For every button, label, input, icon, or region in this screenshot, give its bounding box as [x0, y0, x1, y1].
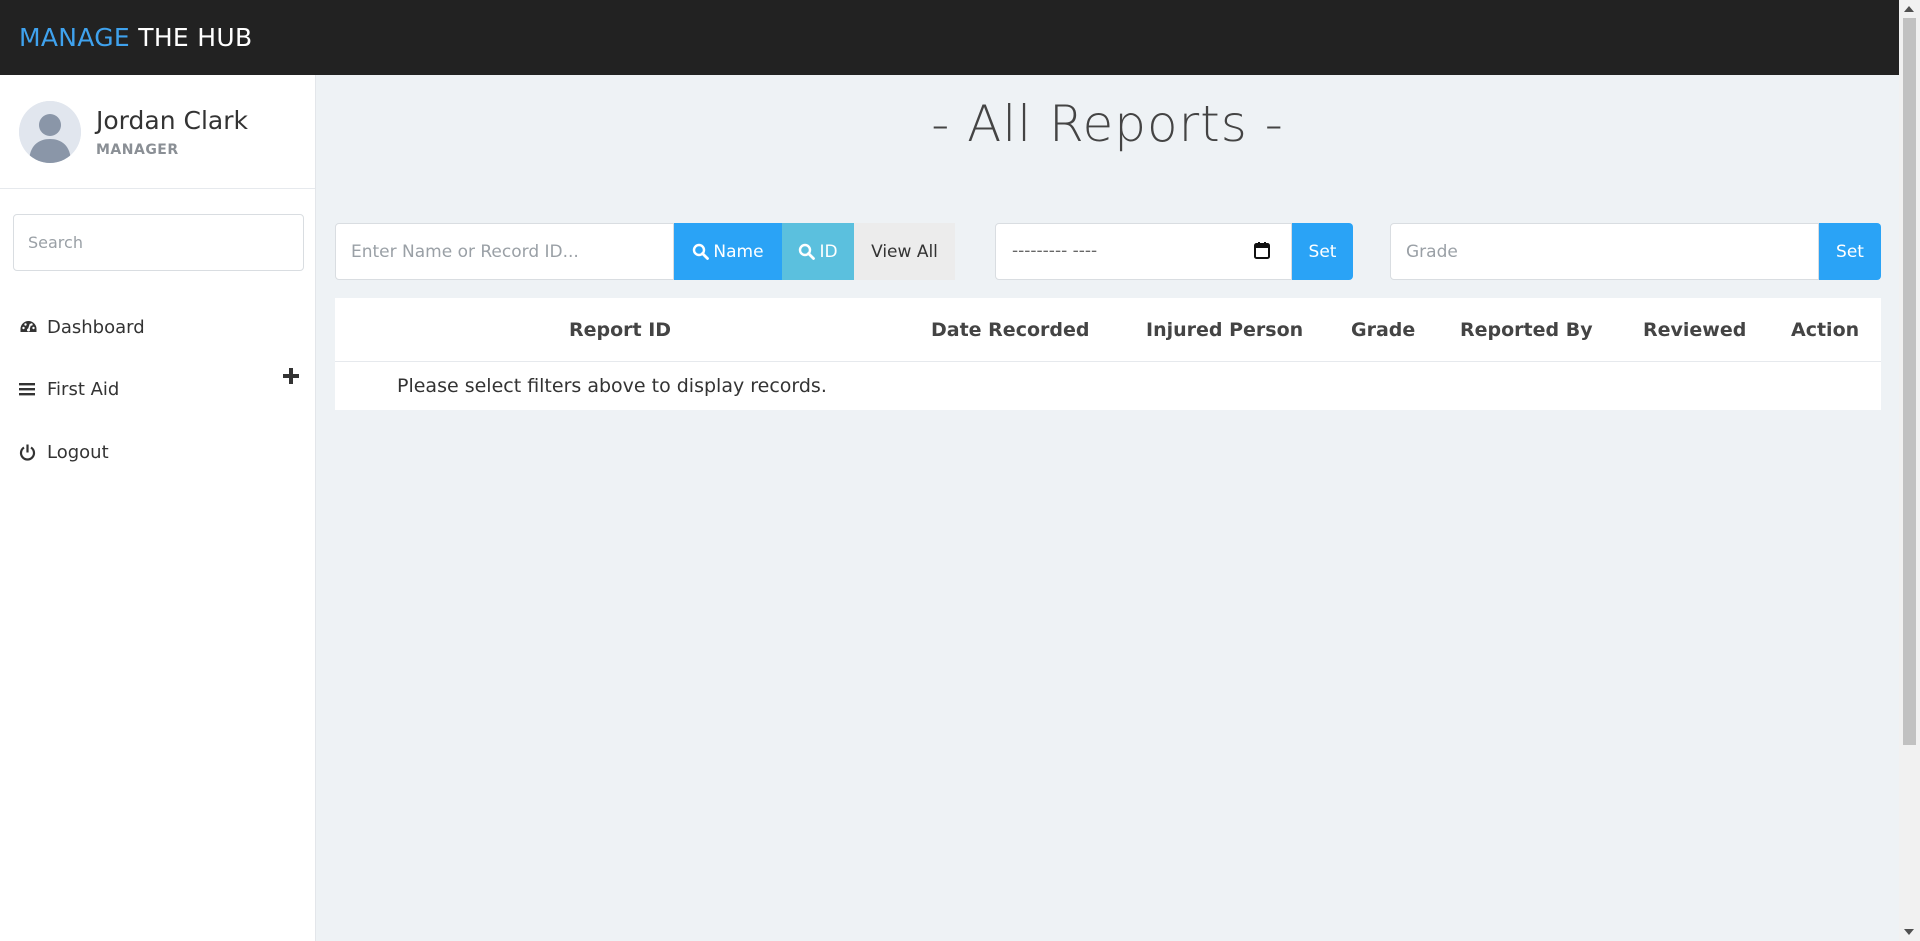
button-label: View All [871, 241, 938, 262]
search-by-id-button[interactable]: ID [782, 223, 854, 280]
column-header-grade[interactable]: Grade [1351, 298, 1415, 361]
column-header-report-id[interactable]: Report ID [569, 298, 671, 361]
bars-icon [19, 380, 41, 398]
search-by-name-button[interactable]: Name [674, 223, 782, 280]
sidebar-item-label: Dashboard [47, 316, 145, 338]
column-header-date-recorded[interactable]: Date Recorded [931, 298, 1089, 361]
column-header-reviewed[interactable]: Reviewed [1643, 298, 1746, 361]
brand-part-2: THE HUB [138, 23, 253, 52]
button-label: Set [1308, 241, 1337, 262]
brand-part-1: MANAGE [19, 23, 131, 52]
page-title: - All Reports - [931, 95, 1284, 153]
main-content: - All Reports - Name ID View All -------… [316, 75, 1899, 941]
set-date-button[interactable]: Set [1292, 223, 1353, 280]
sidebar-item-dashboard[interactable]: Dashboard [0, 307, 316, 347]
record-search-input[interactable] [335, 223, 674, 280]
search-icon [799, 243, 816, 260]
search-icon [693, 243, 710, 260]
sidebar-item-label: First Aid [47, 378, 120, 400]
dashboard-icon [19, 318, 41, 336]
button-label: Set [1836, 241, 1864, 262]
column-header-injured-person[interactable]: Injured Person [1146, 298, 1303, 361]
user-role: MANAGER [96, 141, 179, 158]
column-header-action[interactable]: Action [1791, 298, 1859, 361]
power-icon [19, 443, 41, 461]
sidebar-item-logout[interactable]: Logout [0, 432, 316, 472]
date-filter-value: --------- ---- [1012, 241, 1098, 261]
table-empty-message: Please select filters above to display r… [397, 375, 827, 397]
reports-table: Report ID Date Recorded Injured Person G… [335, 298, 1881, 410]
table-header-divider [335, 361, 1881, 362]
column-header-reported-by[interactable]: Reported By [1460, 298, 1593, 361]
button-label: ID [819, 241, 838, 262]
brand-logo[interactable]: MANAGE THE HUB [19, 23, 252, 52]
plus-icon[interactable] [280, 365, 302, 387]
avatar [19, 100, 81, 163]
scroll-up-arrow-icon[interactable] [1904, 6, 1914, 12]
sidebar-item-label: Logout [47, 441, 109, 463]
scroll-down-arrow-icon[interactable] [1904, 929, 1914, 935]
sidebar-search-input[interactable] [13, 214, 304, 271]
button-label: Name [713, 241, 764, 262]
set-grade-button[interactable]: Set [1819, 223, 1881, 280]
sidebar: Jordan Clark MANAGER Dashboard [0, 75, 316, 941]
top-navbar: MANAGE THE HUB [0, 0, 1899, 75]
scrollbar-thumb[interactable] [1903, 18, 1916, 745]
calendar-icon[interactable] [1253, 241, 1271, 264]
user-name: Jordan Clark [96, 105, 248, 135]
page-scrollbar[interactable] [1899, 0, 1920, 941]
grade-filter-input[interactable] [1390, 223, 1819, 280]
user-profile: Jordan Clark MANAGER [0, 75, 315, 189]
view-all-button[interactable]: View All [854, 223, 955, 280]
sidebar-item-first-aid[interactable]: First Aid [0, 369, 316, 409]
